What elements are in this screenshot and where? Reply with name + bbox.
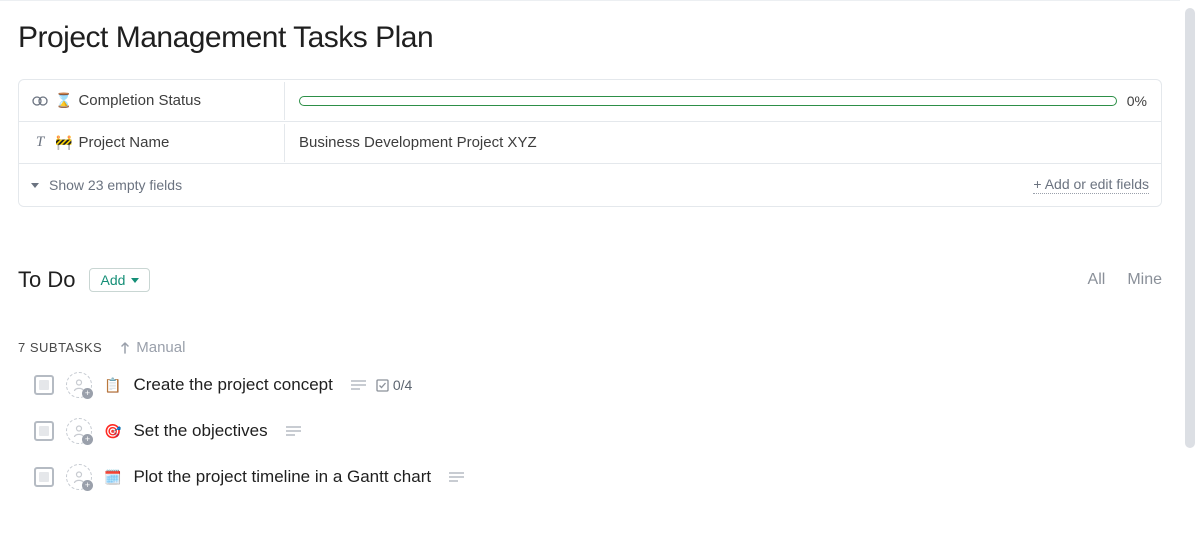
task-checkbox[interactable]: [34, 375, 54, 395]
plus-icon: +: [82, 388, 93, 399]
progress-bar[interactable]: [299, 96, 1117, 106]
add-button-label: Add: [100, 272, 125, 288]
assignee-button[interactable]: +: [66, 372, 92, 398]
section-title: To Do: [18, 267, 75, 293]
arrow-up-icon: [120, 342, 130, 354]
field-label-text: Completion Status: [78, 92, 201, 109]
field-value-project-name[interactable]: Business Development Project XYZ: [285, 124, 1161, 161]
field-value-completion[interactable]: 0%: [285, 83, 1161, 119]
show-empty-fields[interactable]: Show 23 empty fields: [31, 177, 182, 193]
plus-icon: +: [82, 480, 93, 491]
fields-footer: Show 23 empty fields + Add or edit field…: [19, 164, 1161, 206]
text-type-icon: T: [31, 134, 49, 152]
field-label-text: Project Name: [78, 134, 169, 151]
progress-type-icon: [31, 92, 49, 110]
filter-tab-all[interactable]: All: [1088, 271, 1106, 289]
sort-mode[interactable]: Manual: [120, 339, 185, 356]
task-list: + 📋 Create the project concept 0/4 + 🎯: [0, 366, 1180, 490]
show-empty-label: Show 23 empty fields: [49, 177, 182, 193]
assignee-button[interactable]: +: [66, 464, 92, 490]
description-icon: [286, 426, 301, 437]
scrollbar[interactable]: [1183, 8, 1197, 540]
task-checkbox[interactable]: [34, 467, 54, 487]
project-name-value: Business Development Project XYZ: [299, 134, 537, 151]
task-row[interactable]: + 🎯 Set the objectives: [34, 418, 1180, 444]
description-icon: [351, 380, 366, 391]
subtask-count: 7 SUBTASKS: [18, 340, 102, 355]
hourglass-icon: ⌛: [55, 92, 72, 109]
page-title: Project Management Tasks Plan: [0, 1, 1180, 79]
task-checkbox[interactable]: [34, 421, 54, 441]
checkbox-icon: [376, 379, 389, 392]
task-title[interactable]: Set the objectives: [133, 421, 267, 441]
add-edit-fields[interactable]: + Add or edit fields: [1033, 176, 1149, 194]
caret-down-icon: [31, 183, 39, 188]
target-icon: 🎯: [104, 423, 121, 440]
task-title[interactable]: Plot the project timeline in a Gantt cha…: [133, 467, 431, 487]
add-button[interactable]: Add: [89, 268, 150, 292]
scrollbar-thumb[interactable]: [1185, 8, 1195, 448]
field-label-project-name: T 🚧 Project Name: [19, 124, 285, 162]
progress-percent: 0%: [1127, 93, 1147, 109]
field-row-project-name: T 🚧 Project Name Business Development Pr…: [19, 122, 1161, 164]
construction-icon: 🚧: [55, 134, 72, 151]
task-row[interactable]: + 🗓️ Plot the project timeline in a Gant…: [34, 464, 1180, 490]
sort-mode-label: Manual: [136, 339, 185, 356]
fields-panel: ⌛ Completion Status 0% T 🚧 Project Name …: [18, 79, 1162, 207]
subtask-count-badge[interactable]: 0/4: [376, 377, 412, 393]
task-row[interactable]: + 📋 Create the project concept 0/4: [34, 372, 1180, 398]
subtask-meta: 7 SUBTASKS Manual: [0, 293, 1180, 366]
assignee-button[interactable]: +: [66, 418, 92, 444]
task-title[interactable]: Create the project concept: [133, 375, 332, 395]
field-row-completion: ⌛ Completion Status 0%: [19, 80, 1161, 122]
filter-tab-mine[interactable]: Mine: [1127, 271, 1162, 289]
filter-tabs: All Mine: [1088, 271, 1162, 289]
subtask-count-text: 0/4: [393, 377, 412, 393]
caret-down-icon: [131, 278, 139, 283]
plus-icon: +: [82, 434, 93, 445]
calendar-icon: 🗓️: [104, 469, 121, 486]
field-label-completion: ⌛ Completion Status: [19, 82, 285, 120]
clipboard-icon: 📋: [104, 377, 121, 394]
description-icon: [449, 472, 464, 483]
section-header: To Do Add All Mine: [0, 207, 1180, 293]
